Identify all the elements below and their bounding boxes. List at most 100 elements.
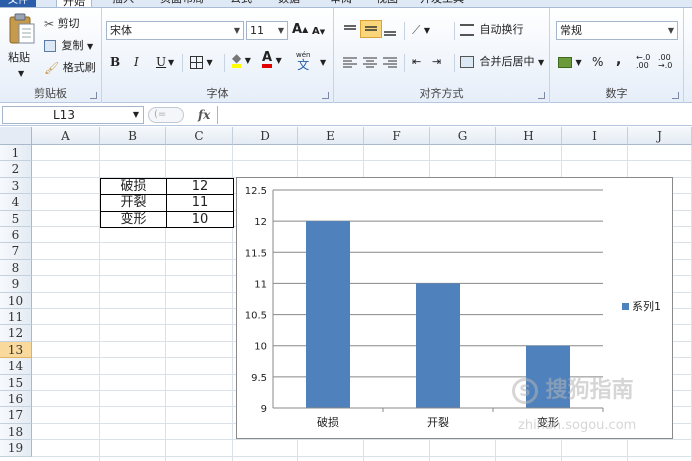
row-header-3[interactable]: 3 (0, 177, 32, 195)
borders-button[interactable]: ▼ (190, 54, 213, 71)
row-header-16[interactable]: 16 (0, 391, 32, 408)
align-center-button[interactable] (362, 54, 378, 70)
merge-center-label: 合并后居中 (479, 55, 535, 68)
column-header-d[interactable]: D (233, 127, 298, 145)
table-cell-label[interactable]: 开裂 (100, 194, 167, 212)
align-middle-button[interactable] (360, 20, 382, 38)
grow-font-button[interactable]: A▲ (292, 22, 308, 38)
row-header-19[interactable]: 19 (0, 440, 32, 457)
select-all-corner[interactable] (0, 127, 32, 145)
column-header-f[interactable]: F (364, 127, 430, 145)
row-header-4[interactable]: 4 (0, 194, 32, 211)
column-header-i[interactable]: I (562, 127, 628, 145)
underline-button[interactable]: U (156, 54, 166, 70)
number-format-combo[interactable]: 常规 ▼ (556, 21, 678, 40)
orientation-button[interactable]: ⟋ ▼ (412, 22, 430, 39)
column-header-b[interactable]: B (100, 127, 166, 145)
bold-button[interactable]: B (110, 54, 120, 70)
insert-function-icon[interactable]: fx (198, 108, 210, 122)
separator (182, 54, 183, 72)
name-box[interactable]: L13 ▼ (2, 106, 144, 124)
row-header-5[interactable]: 5 (0, 210, 32, 227)
column-header-h[interactable]: H (496, 127, 562, 145)
y-tick-label: 11 (254, 279, 267, 290)
row-header-7[interactable]: 7 (0, 243, 32, 260)
currency-button[interactable]: ▼ (558, 54, 582, 71)
row-header-1[interactable]: 1 (0, 145, 32, 162)
copy-button[interactable]: 复制 ▼ (44, 38, 93, 55)
paste-button[interactable]: 粘贴 ▼ (4, 12, 40, 82)
decrease-decimal-button[interactable]: .00 →.0 (658, 54, 672, 70)
gridline (32, 160, 692, 162)
text-orientation-icon: ⟋ (412, 23, 421, 37)
decrease-indent-button[interactable]: ⇤ (412, 54, 421, 70)
column-header-g[interactable]: G (430, 127, 496, 145)
font-color-button[interactable]: A ▼ (262, 51, 282, 69)
row-header-8[interactable]: 8 (0, 259, 32, 277)
format-painter-label: 格式刷 (62, 61, 96, 74)
tab-insert[interactable]: 插入 (112, 0, 134, 7)
increase-decimal-button[interactable]: ←.0.00 (636, 54, 650, 70)
column-header-c[interactable]: C (166, 127, 233, 145)
merge-center-button[interactable]: 合并后居中 ▼ (460, 54, 544, 71)
separator (454, 22, 455, 40)
row-header-12[interactable]: 12 (0, 325, 32, 342)
row-header-18[interactable]: 18 (0, 423, 32, 441)
grow-font-icon: A (292, 22, 303, 37)
tab-file[interactable]: 文件 (0, 0, 36, 7)
chevron-down-icon[interactable]: ▼ (320, 55, 326, 71)
border-grid-icon (190, 55, 203, 69)
row-header-17[interactable]: 17 (0, 407, 32, 424)
table-cell-value[interactable]: 10 (166, 210, 234, 228)
align-left-button[interactable] (342, 54, 358, 70)
tab-developer[interactable]: 开发工具 (420, 0, 464, 7)
wrap-text-button[interactable]: 自动换行 (460, 22, 524, 38)
row-header-11[interactable]: 11 (0, 309, 32, 326)
currency-icon (558, 56, 572, 68)
tab-home[interactable]: 开始 (56, 0, 92, 7)
wrap-text-label: 自动换行 (479, 23, 524, 36)
fill-color-button[interactable]: ◆ ▼ (232, 52, 251, 69)
chevron-down-icon[interactable]: ▼ (133, 107, 139, 123)
font-name-combo[interactable]: 宋体 ▼ (106, 21, 244, 40)
formula-input[interactable] (217, 106, 692, 124)
phonetic-button[interactable]: wén 文 (296, 50, 310, 71)
align-top-button[interactable] (342, 22, 358, 38)
row-header-6[interactable]: 6 (0, 227, 32, 244)
tab-view[interactable]: 视图 (376, 0, 398, 7)
increase-indent-button[interactable]: ⇥ (432, 54, 441, 70)
row-header-9[interactable]: 9 (0, 276, 32, 293)
tab-data[interactable]: 数据 (278, 0, 300, 7)
column-header-j[interactable]: J (628, 127, 692, 145)
dialog-launcher-icon[interactable] (538, 92, 545, 99)
row-header-13[interactable]: 13 (0, 341, 32, 359)
font-size-combo[interactable]: 11 ▼ (246, 21, 288, 40)
tab-page-layout[interactable]: 页面布局 (160, 0, 204, 7)
shrink-font-button[interactable]: A▼ (312, 24, 325, 40)
row-header-10[interactable]: 10 (0, 292, 32, 309)
chevron-down-icon[interactable]: ▼ (168, 55, 174, 71)
gridline (32, 455, 692, 457)
table-cell-value[interactable]: 12 (166, 177, 234, 196)
column-header-a[interactable]: A (32, 127, 100, 145)
format-painter-button[interactable]: 🖌 格式刷 (44, 60, 96, 76)
dialog-launcher-icon[interactable] (322, 92, 329, 99)
tab-formulas[interactable]: 公式 (230, 0, 252, 7)
font-color-icon: A (262, 51, 273, 68)
dialog-launcher-icon[interactable] (672, 92, 679, 99)
tab-review[interactable]: 审阅 (330, 0, 352, 7)
percent-button[interactable]: % (592, 54, 603, 70)
italic-button[interactable]: I (134, 54, 139, 70)
table-cell-label[interactable]: 破损 (100, 177, 167, 196)
cut-button[interactable]: ✂ 剪切 (44, 16, 80, 32)
align-right-button[interactable] (382, 54, 398, 70)
table-cell-value[interactable]: 11 (166, 194, 234, 212)
row-header-2[interactable]: 2 (0, 161, 32, 178)
comma-style-button[interactable]: , (616, 52, 621, 68)
row-header-14[interactable]: 14 (0, 358, 32, 375)
align-bottom-button[interactable] (382, 22, 398, 38)
table-cell-label[interactable]: 变形 (100, 210, 167, 228)
dialog-launcher-icon[interactable] (90, 92, 97, 99)
column-header-e[interactable]: E (298, 127, 364, 145)
row-header-15[interactable]: 15 (0, 374, 32, 391)
